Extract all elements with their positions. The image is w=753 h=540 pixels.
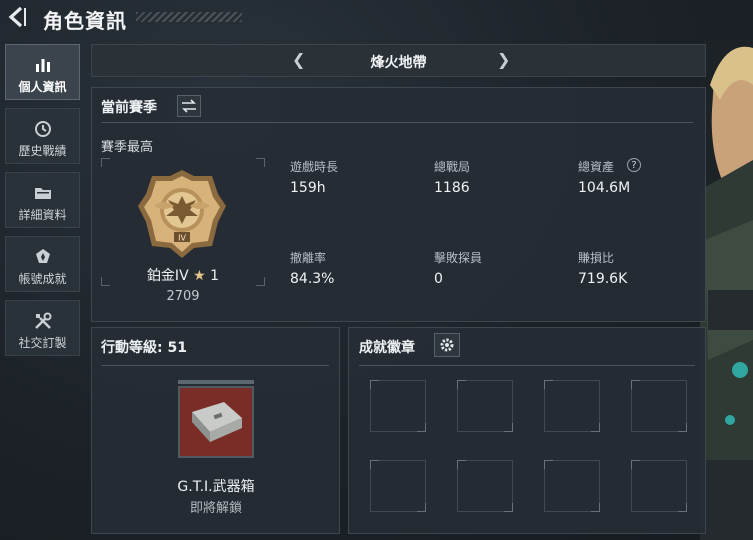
rank-tier: 鉑金IV — [146, 268, 189, 284]
switch-icon — [182, 99, 196, 113]
header: 角色資訊 — [0, 0, 753, 38]
rank-badge-icon: IV — [138, 170, 226, 258]
sidebar-item-label: 社交訂製 — [18, 336, 67, 350]
sidebar-item-achievements[interactable]: 帳號成就 — [5, 236, 80, 292]
rank-name: 鉑金IV ★ 1 — [115, 265, 251, 285]
reward-tab — [178, 380, 254, 384]
sidebar-item-details[interactable]: 詳細資料 — [5, 172, 80, 228]
rank-score: 2709 — [166, 289, 200, 304]
sidebar-item-label: 個人資訊 — [18, 80, 67, 94]
sidebar-item-history[interactable]: 歷史戰績 — [5, 108, 80, 164]
weapon-crate-reward[interactable] — [178, 386, 254, 458]
badge-slot[interactable] — [370, 460, 426, 512]
season-best-label: 賽季最高 — [101, 140, 154, 155]
stat-value: 84.3% — [290, 271, 335, 287]
season-switch-button[interactable] — [177, 95, 201, 117]
badges-title: 成就徽章 — [359, 340, 415, 356]
folder-icon — [35, 188, 51, 199]
medal-icon — [36, 249, 50, 263]
reward-name: G.T.I.武器箱 — [177, 479, 255, 495]
badge-settings-button[interactable] — [434, 333, 460, 357]
season-title: 當前賽季 — [101, 100, 157, 116]
stat-value: 159h — [290, 180, 326, 196]
back-arrow-icon[interactable] — [6, 6, 30, 28]
page-title: 角色資訊 — [43, 9, 127, 33]
weapon-crate-icon — [192, 402, 242, 442]
stat-value: 0 — [434, 271, 443, 287]
bar-chart-icon — [36, 59, 50, 72]
sidebar-item-label: 歷史戰績 — [18, 144, 67, 158]
chevron-right-icon[interactable]: ❯ — [497, 50, 510, 69]
stat-label: 賺損比 — [578, 251, 615, 265]
badge-slot[interactable] — [457, 460, 513, 512]
badge-slot[interactable] — [457, 380, 513, 432]
divider — [101, 122, 693, 123]
character-portrait — [700, 40, 753, 540]
mode-selector: ❮ 烽火地帶 ❯ — [91, 44, 706, 77]
badge-slot[interactable] — [370, 380, 426, 432]
help-icon[interactable]: ? — [627, 158, 641, 172]
sidebar-item-personal-info[interactable]: 個人資訊 — [5, 44, 80, 100]
reward-status: 即將解鎖 — [189, 501, 242, 516]
badge-slot[interactable] — [544, 460, 600, 512]
sidebar-item-label: 帳號成就 — [18, 272, 67, 286]
stat-label: 撤離率 — [290, 251, 327, 265]
history-clock-icon — [35, 121, 51, 137]
stat-label: 總戰局 — [434, 160, 471, 174]
stat-label: 遊戲時長 — [290, 160, 339, 174]
badge-slot[interactable] — [544, 380, 600, 432]
stat-value: 719.6K — [578, 271, 628, 287]
sidebar-item-social[interactable]: 社交訂製 — [5, 300, 80, 356]
stat-value: 104.6M — [578, 180, 631, 196]
badge-slot[interactable] — [631, 380, 687, 432]
sidebar-item-label: 詳細資料 — [18, 208, 67, 222]
rank-stars: 1 — [210, 268, 220, 284]
stat-value: 1186 — [434, 180, 470, 196]
svg-text:IV: IV — [178, 234, 186, 243]
stat-label: 擊敗探員 — [434, 251, 483, 265]
mode-title: 烽火地帶 — [370, 55, 427, 71]
header-decoration — [136, 12, 242, 22]
stat-label: 總資產 — [578, 160, 615, 174]
gear-icon — [440, 338, 454, 352]
star-icon: ★ — [193, 268, 206, 284]
tools-icon — [35, 312, 52, 329]
divider — [101, 365, 329, 366]
divider — [359, 365, 695, 366]
badge-slot[interactable] — [631, 460, 687, 512]
action-level-title: 行動等級: 51 — [101, 340, 187, 356]
